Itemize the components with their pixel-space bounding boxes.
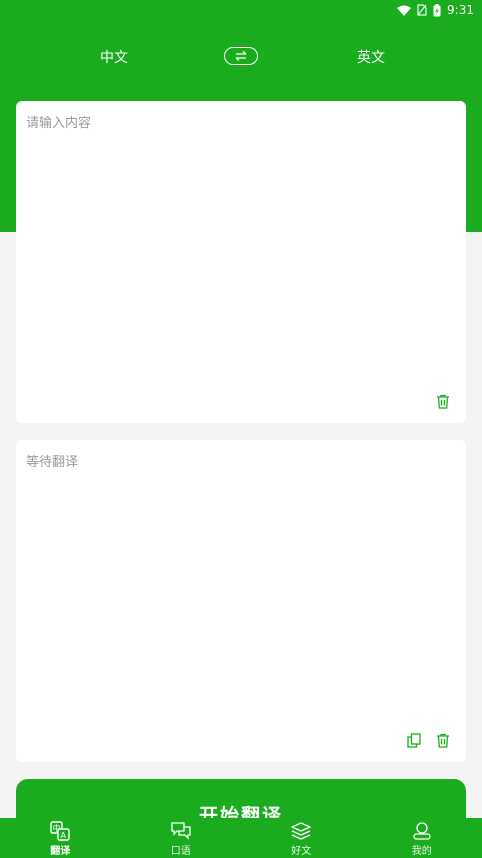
chat-icon	[171, 822, 191, 840]
swap-language-button[interactable]	[224, 47, 258, 65]
source-language[interactable]: 中文	[100, 47, 128, 67]
input-field[interactable]: 请输入内容	[26, 112, 91, 131]
status-bar: 9:31	[0, 0, 482, 20]
translate-icon: 中 A	[50, 821, 70, 841]
output-card: 等待翻译	[16, 440, 466, 762]
copy-output-button[interactable]	[405, 731, 423, 749]
language-selector: 中文 英文	[0, 42, 482, 72]
tab-label: 口语	[170, 846, 191, 857]
output-text: 等待翻译	[26, 455, 79, 470]
no-sim-icon	[417, 4, 427, 16]
clock: 9:31	[447, 3, 474, 17]
trash-icon	[437, 394, 449, 409]
target-language[interactable]: 英文	[357, 47, 385, 67]
tab-speaking[interactable]: 口语	[121, 818, 242, 858]
tab-label: 翻译	[50, 846, 71, 857]
input-card[interactable]: 请输入内容	[16, 101, 466, 423]
battery-icon	[433, 3, 441, 16]
wifi-icon	[397, 5, 412, 16]
clear-input-button[interactable]	[434, 392, 452, 410]
tab-profile[interactable]: 我的	[362, 818, 482, 858]
tab-label: 好文	[291, 846, 312, 857]
bottom-tab-bar: 中 A 翻译 口语 好文 我的	[0, 818, 482, 858]
copy-icon	[407, 732, 421, 748]
user-icon	[413, 822, 431, 840]
tab-label: 我的	[411, 846, 432, 857]
trash-icon	[437, 733, 449, 748]
svg-text:A: A	[61, 831, 67, 840]
clear-output-button[interactable]	[434, 731, 452, 749]
swap-icon	[235, 51, 247, 61]
tab-translate[interactable]: 中 A 翻译	[0, 818, 121, 858]
stack-icon	[291, 822, 312, 840]
tab-articles[interactable]: 好文	[241, 818, 362, 858]
